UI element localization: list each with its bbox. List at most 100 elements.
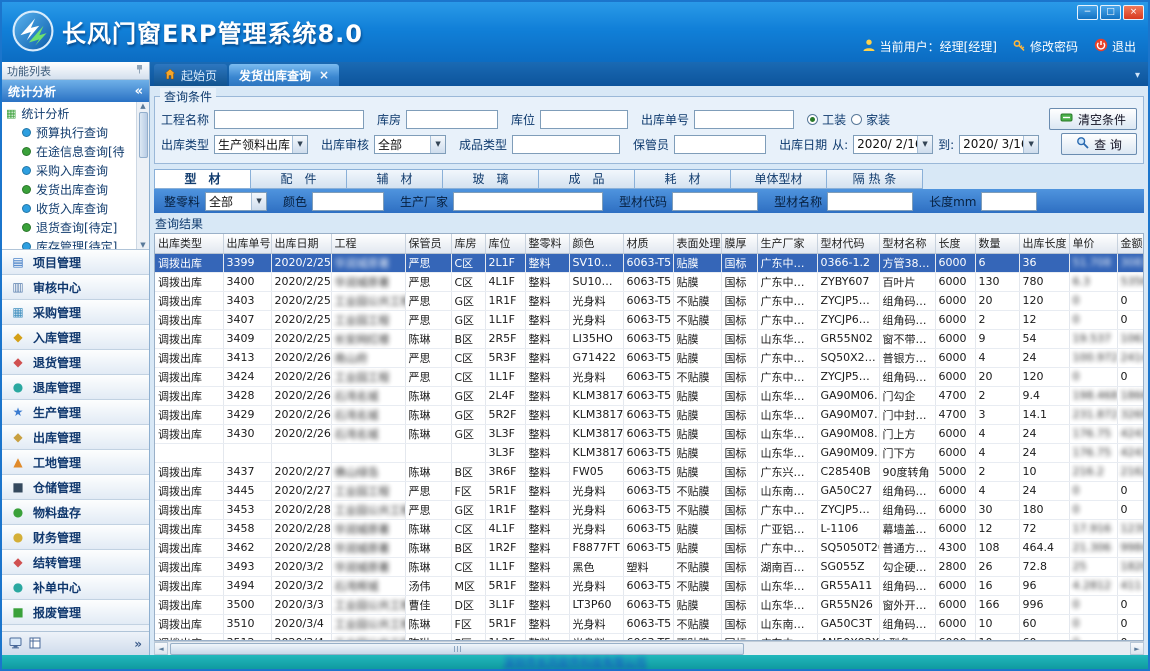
date-to-select[interactable]: 2020/ 3/16 ▼ [959,135,1039,154]
tree-item[interactable]: 预算执行查询 [6,123,136,142]
column-header[interactable]: 保管员 [405,234,451,253]
profile-code-input[interactable] [672,192,758,211]
sidebar-item-supplement[interactable]: ●补单中心 [2,575,149,600]
sidebar-item-outbound[interactable]: ◆出库管理 [2,425,149,450]
table-row[interactable]: 调拨出库34092020/2/25长安网红楼陈琳B区2R5F整料LI35HO60… [155,329,1144,348]
column-header[interactable]: 出库日期 [271,234,331,253]
table-row[interactable]: 3L3F整料KLM38176063-T5贴膜国标山东华…GA90M09…门下方6… [155,443,1144,462]
radio-home-decor[interactable]: 家装 [851,111,890,128]
table-row[interactable]: 调拨出库34532020/2/28工业园公共工程严思G区1R1F整料光身料606… [155,500,1144,519]
material-tab-glass[interactable]: 玻 璃 [442,169,539,189]
order-no-input[interactable] [694,110,794,129]
column-header[interactable]: 出库长度 [1019,234,1069,253]
sidebar-item-inbound[interactable]: ◆入库管理 [2,325,149,350]
column-header[interactable]: 型材代码 [817,234,879,253]
sidebar-item-return-goods[interactable]: ◆退货管理 [2,350,149,375]
table-row[interactable]: 调拨出库34452020/2/27工业园工程严思F区5R1F整料光身料6063-… [155,481,1144,500]
clear-conditions-button[interactable]: 清空条件 [1049,108,1137,130]
column-header[interactable]: 型材名称 [879,234,935,253]
sidebar-item-storage[interactable]: ■仓储管理 [2,475,149,500]
tab-list-caret-icon[interactable]: ▾ [1135,70,1140,81]
column-header[interactable]: 材质 [623,234,673,253]
grid-icon[interactable] [29,634,41,653]
sidebar-item-project[interactable]: ▤项目管理 [2,250,149,275]
column-header[interactable]: 出库类型 [155,234,223,253]
tree-item[interactable]: 发货出库查询 [6,180,136,199]
sidebar-item-audit[interactable]: ▥审核中心 [2,275,149,300]
table-row[interactable]: 调拨出库34622020/2/28华润城原著陈琳B区1R2F整料F8877FT6… [155,538,1144,557]
sidebar-item-production[interactable]: ★生产管理 [2,400,149,425]
column-header[interactable]: 颜色 [569,234,623,253]
scroll-left-icon[interactable]: ◄ [154,642,168,655]
tree-item[interactable]: 收货入库查询 [6,199,136,218]
scroll-up-icon[interactable]: ▲ [140,102,145,110]
material-tab-profile[interactable]: 型 材 [154,169,251,189]
column-header[interactable]: 整零料 [525,234,569,253]
tree-scroll-thumb[interactable] [139,112,148,158]
table-row[interactable]: 调拨出库35122020/3/4工业园公共工程陈琳F区1L2F整料光身料6063… [155,633,1144,641]
table-row[interactable]: 调拨出库34372020/2/27佛山绿岛陈琳B区3R6F整料FW056063-… [155,462,1144,481]
length-input[interactable] [981,192,1037,211]
tree-item[interactable]: 退货查询[待定] [6,218,136,237]
tree-scrollbar[interactable]: ▲ ▼ [136,102,149,249]
profile-name-input[interactable] [827,192,913,211]
material-tab-single-profile[interactable]: 单体型材 [730,169,827,189]
close-button[interactable]: × [1123,5,1144,20]
table-row[interactable]: 调拨出库35002020/3/3工业园公共工程曹佳D区3L1F整料LT3P606… [155,595,1144,614]
column-header[interactable]: 工程 [331,234,405,253]
sidebar-item-finance[interactable]: ●财务管理 [2,525,149,550]
table-row[interactable]: 调拨出库33992020/2/25华润城原著严思C区2L1F整料SV10…606… [155,253,1144,272]
material-tab-insulation[interactable]: 隔 热 条 [826,169,923,189]
column-header[interactable]: 单价 [1069,234,1117,253]
table-row[interactable]: 调拨出库34072020/2/25工业园工程严思G区1L1F整料光身料6063-… [155,310,1144,329]
tree-item[interactable]: 采购入库查询 [6,161,136,180]
material-tab-accessory[interactable]: 配 件 [250,169,347,189]
tab-home[interactable]: 起始页 [154,64,227,86]
column-header[interactable]: 表面处理 [673,234,721,253]
keeper-input[interactable] [674,135,766,154]
column-header[interactable]: 金额 [1117,234,1144,253]
column-header[interactable]: 长度 [935,234,975,253]
column-header[interactable]: 数量 [975,234,1019,253]
pin-icon[interactable] [135,64,144,77]
change-password-button[interactable]: 修改密码 [1013,38,1078,55]
sidebar-item-purchase[interactable]: ▦采购管理 [2,300,149,325]
table-row[interactable]: 调拨出库35102020/3/4工业园公共工程陈琳F区5R1F整料光身料6063… [155,614,1144,633]
material-tab-consumable[interactable]: 耗 材 [634,169,731,189]
column-header[interactable]: 库房 [451,234,485,253]
collapse-icon[interactable]: « [135,84,143,99]
minimize-button[interactable]: − [1077,5,1098,20]
expand-icon[interactable]: » [134,637,142,651]
table-row[interactable]: 调拨出库34002020/2/25华润城原著严思C区4L1F整料SU10…606… [155,272,1144,291]
column-header[interactable]: 膜厚 [721,234,757,253]
location-input[interactable] [540,110,628,129]
table-row[interactable]: 调拨出库34132020/2/26南山府严思C区5R3F整料G714226063… [155,348,1144,367]
tab-close-icon[interactable]: × [319,68,329,82]
hscroll-thumb[interactable] [170,643,744,655]
sidebar-item-scrap[interactable]: ■报废管理 [2,600,149,625]
out-type-select[interactable]: 生产领料出库 ▼ [214,135,308,154]
sidebar-item-inventory[interactable]: ●物料盘存 [2,500,149,525]
column-header[interactable]: 出库单号 [223,234,271,253]
column-header[interactable]: 库位 [485,234,525,253]
maximize-button[interactable]: □ [1100,5,1121,20]
search-button[interactable]: 查 询 [1061,133,1137,155]
warehouse-input[interactable] [406,110,498,129]
section-header-statistics[interactable]: 统计分析 « [2,80,149,102]
tree-root[interactable]: ▦统计分析 [6,104,136,123]
table-row[interactable]: 调拨出库34932020/3/2华润城原著陈琳C区1L1F整料黑色塑料不贴膜国标… [155,557,1144,576]
material-tab-auxiliary[interactable]: 辅 材 [346,169,443,189]
computer-icon[interactable] [9,634,22,653]
horizontal-scrollbar[interactable]: ◄ ► [154,641,1144,655]
table-row[interactable]: 调拨出库34242020/2/26工业园工程严思C区1L1F整料光身料6063-… [155,367,1144,386]
date-from-select[interactable]: 2020/ 2/16 ▼ [853,135,933,154]
logout-button[interactable]: 退出 [1094,38,1136,55]
sidebar-item-return-warehouse[interactable]: ●退库管理 [2,375,149,400]
scroll-right-icon[interactable]: ► [1130,642,1144,655]
sidebar-item-carryover[interactable]: ◆结转管理 [2,550,149,575]
sidebar-item-site[interactable]: ▲工地管理 [2,450,149,475]
color-input[interactable] [312,192,384,211]
product-type-input[interactable] [512,135,620,154]
table-row[interactable]: 调拨出库34282020/2/26石湾名城陈琳G区2L4F整料KLM381760… [155,386,1144,405]
column-header[interactable]: 生产厂家 [757,234,817,253]
